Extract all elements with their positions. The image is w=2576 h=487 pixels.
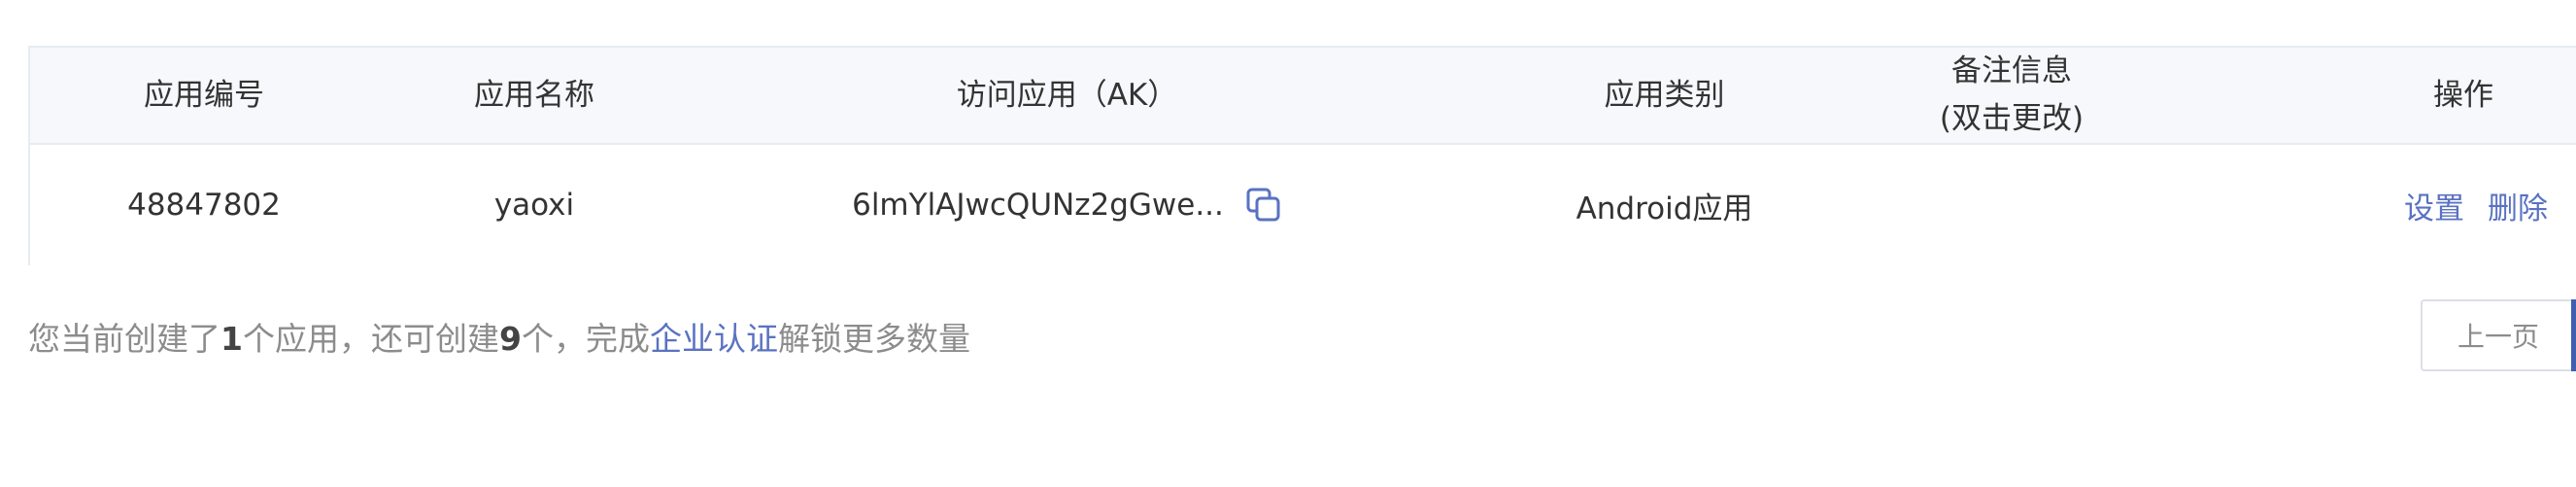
table-row: 48847802 yaoxi 6lmYlAJwcQUNz2gGwe... And…: [30, 145, 2576, 265]
copy-icon[interactable]: [1245, 187, 1282, 224]
header-app-id: 应用编号: [144, 77, 264, 113]
header-app-type: 应用类别: [1604, 77, 1725, 113]
quota-notice: 您当前创建了1个应用，还可创建9个，完成企业认证解锁更多数量: [28, 313, 970, 360]
header-remark-hint: (双击更改): [1939, 101, 2085, 136]
header-remark: 备注信息 (双击更改): [1885, 48, 2138, 143]
created-count: 1: [220, 320, 243, 358]
quota-prefix: 您当前创建了: [28, 320, 220, 358]
header-remark-title: 备注信息: [1951, 53, 2072, 88]
remaining-count: 9: [498, 320, 522, 358]
cell-remark[interactable]: [1885, 145, 2138, 265]
cell-app-type: Android应用: [1576, 191, 1753, 226]
cell-app-name: yaoxi: [493, 188, 575, 223]
prev-page-button[interactable]: 上一页: [2421, 299, 2576, 371]
quota-middle: 个应用，还可创建: [242, 320, 499, 358]
app-table: 应用编号 应用名称 访问应用（AK） 应用类别 备注信息 (双击更改) 操作 4…: [28, 46, 2576, 265]
header-actions: 操作: [2433, 77, 2493, 113]
access-key-value: 6lmYlAJwcQUNz2gGwe...: [852, 188, 1224, 223]
header-access-key: 访问应用（AK）: [956, 77, 1178, 113]
quota-suffix: 解锁更多数量: [777, 320, 970, 358]
cell-app-id: 48847802: [127, 188, 281, 223]
page: 应用编号 应用名称 访问应用（AK） 应用类别 备注信息 (双击更改) 操作 4…: [0, 0, 2576, 487]
enterprise-verify-link[interactable]: 企业认证: [650, 320, 778, 358]
header-app-name: 应用名称: [474, 77, 594, 113]
pager-next-edge[interactable]: [2571, 299, 2576, 371]
table-header: 应用编号 应用名称 访问应用（AK） 应用类别 备注信息 (双击更改) 操作: [30, 48, 2576, 145]
quota-middle2: 个，完成: [521, 320, 650, 358]
settings-link[interactable]: 设置: [2404, 184, 2464, 227]
access-key-wrap: 6lmYlAJwcQUNz2gGwe...: [852, 187, 1282, 224]
cell-actions: 设置 删除: [2138, 145, 2576, 265]
cell-access-key: 6lmYlAJwcQUNz2gGwe...: [691, 145, 1443, 265]
delete-link[interactable]: 删除: [2488, 184, 2548, 227]
